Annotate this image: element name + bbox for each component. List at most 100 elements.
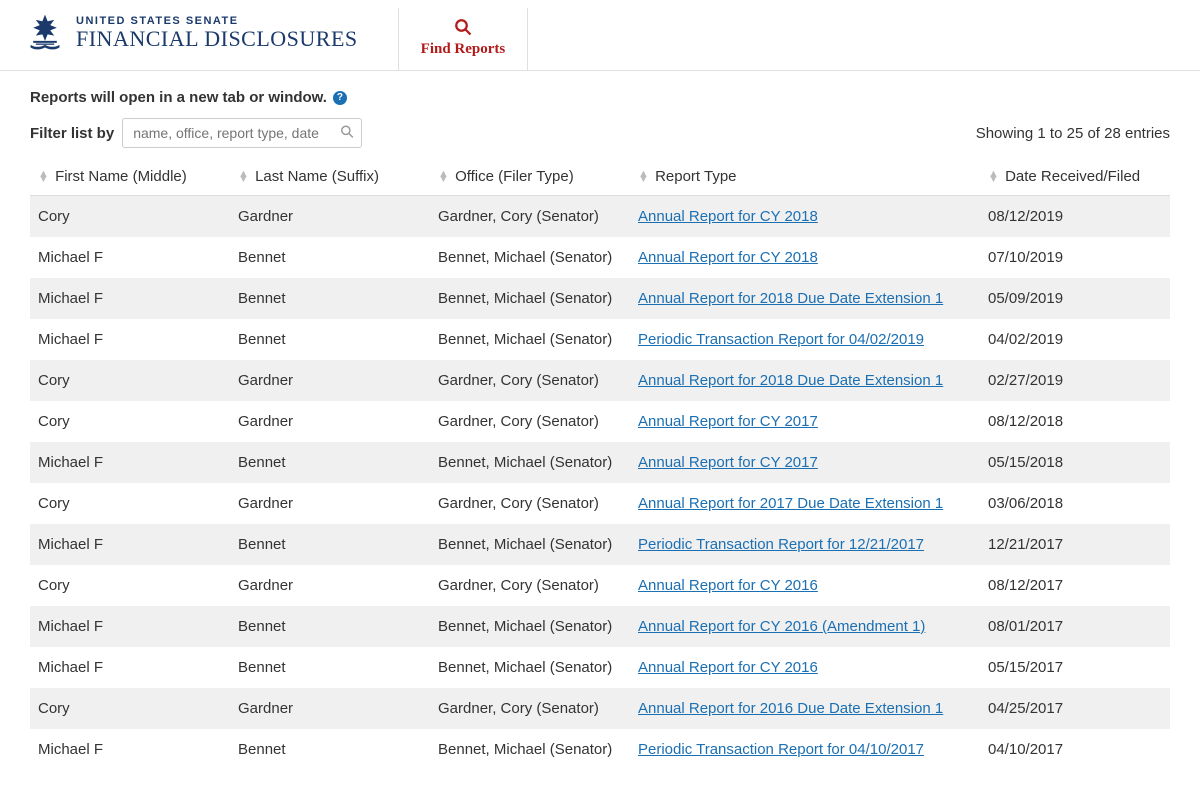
cell-report-type: Periodic Transaction Report for 12/21/20…	[630, 524, 980, 565]
cell-date: 12/21/2017	[980, 524, 1170, 565]
cell-date: 08/12/2018	[980, 401, 1170, 442]
cell-report-type: Periodic Transaction Report for 04/10/20…	[630, 729, 980, 770]
filter-input-wrap	[122, 118, 362, 148]
search-icon	[421, 18, 506, 39]
note-row: Reports will open in a new tab or window…	[30, 89, 1170, 106]
cell-first-name: Cory	[30, 401, 230, 442]
filter-group: Filter list by	[30, 118, 362, 148]
senate-seal-icon	[24, 12, 66, 54]
table-row: Michael FBennetBennet, Michael (Senator)…	[30, 319, 1170, 360]
cell-report-type: Annual Report for CY 2016	[630, 647, 980, 688]
report-link[interactable]: Annual Report for CY 2016	[638, 577, 818, 594]
cell-report-type: Annual Report for 2016 Due Date Extensio…	[630, 688, 980, 729]
col-office[interactable]: ▲▼ Office (Filer Type)	[430, 158, 630, 196]
report-link[interactable]: Annual Report for 2018 Due Date Extensio…	[638, 372, 943, 389]
brand-text: UNITED STATES SENATE FINANCIAL DISCLOSUR…	[76, 15, 358, 51]
cell-date: 04/02/2019	[980, 319, 1170, 360]
cell-first-name: Michael F	[30, 729, 230, 770]
search-icon	[340, 125, 354, 142]
table-row: CoryGardnerGardner, Cory (Senator)Annual…	[30, 688, 1170, 729]
filter-input[interactable]	[122, 118, 362, 148]
report-link[interactable]: Periodic Transaction Report for 04/02/20…	[638, 331, 924, 348]
sort-icon: ▲▼	[638, 172, 649, 183]
cell-date: 05/09/2019	[980, 278, 1170, 319]
table-row: CoryGardnerGardner, Cory (Senator)Annual…	[30, 565, 1170, 606]
cell-office: Gardner, Cory (Senator)	[430, 565, 630, 606]
cell-date: 07/10/2019	[980, 237, 1170, 278]
table-row: Michael FBennetBennet, Michael (Senator)…	[30, 647, 1170, 688]
cell-report-type: Annual Report for CY 2016	[630, 565, 980, 606]
cell-last-name: Bennet	[230, 606, 430, 647]
cell-report-type: Periodic Transaction Report for 04/02/20…	[630, 319, 980, 360]
report-link[interactable]: Annual Report for CY 2017	[638, 413, 818, 430]
col-label: Report Type	[655, 168, 736, 185]
cell-last-name: Bennet	[230, 647, 430, 688]
cell-first-name: Michael F	[30, 278, 230, 319]
cell-office: Bennet, Michael (Senator)	[430, 278, 630, 319]
cell-last-name: Bennet	[230, 729, 430, 770]
table-row: CoryGardnerGardner, Cory (Senator)Annual…	[30, 483, 1170, 524]
col-label: Office (Filer Type)	[455, 168, 574, 185]
site-header: UNITED STATES SENATE FINANCIAL DISCLOSUR…	[0, 0, 1200, 71]
cell-first-name: Michael F	[30, 524, 230, 565]
content: Reports will open in a new tab or window…	[0, 71, 1200, 788]
cell-last-name: Gardner	[230, 196, 430, 238]
col-label: Date Received/Filed	[1005, 168, 1140, 185]
table-row: Michael FBennetBennet, Michael (Senator)…	[30, 278, 1170, 319]
tab-find-reports[interactable]: Find Reports	[398, 8, 529, 70]
table-row: CoryGardnerGardner, Cory (Senator)Annual…	[30, 196, 1170, 238]
cell-last-name: Gardner	[230, 688, 430, 729]
cell-date: 05/15/2017	[980, 647, 1170, 688]
report-link[interactable]: Periodic Transaction Report for 12/21/20…	[638, 536, 924, 553]
report-link[interactable]: Periodic Transaction Report for 04/10/20…	[638, 741, 924, 758]
brand[interactable]: UNITED STATES SENATE FINANCIAL DISCLOSUR…	[24, 8, 358, 62]
cell-first-name: Cory	[30, 565, 230, 606]
sort-icon: ▲▼	[438, 172, 449, 183]
table-row: Michael FBennetBennet, Michael (Senator)…	[30, 237, 1170, 278]
cell-last-name: Bennet	[230, 524, 430, 565]
table-row: Michael FBennetBennet, Michael (Senator)…	[30, 524, 1170, 565]
cell-office: Gardner, Cory (Senator)	[430, 688, 630, 729]
cell-first-name: Michael F	[30, 442, 230, 483]
help-icon[interactable]: ?	[333, 91, 347, 105]
cell-office: Gardner, Cory (Senator)	[430, 483, 630, 524]
cell-last-name: Bennet	[230, 442, 430, 483]
note-text: Reports will open in a new tab or window…	[30, 89, 327, 106]
report-link[interactable]: Annual Report for CY 2018	[638, 249, 818, 266]
col-last-name[interactable]: ▲▼ Last Name (Suffix)	[230, 158, 430, 196]
sort-icon: ▲▼	[238, 172, 249, 183]
sort-icon: ▲▼	[988, 172, 999, 183]
report-link[interactable]: Annual Report for 2018 Due Date Extensio…	[638, 290, 943, 307]
cell-office: Gardner, Cory (Senator)	[430, 360, 630, 401]
col-report-type[interactable]: ▲▼ Report Type	[630, 158, 980, 196]
cell-report-type: Annual Report for CY 2018	[630, 237, 980, 278]
report-link[interactable]: Annual Report for CY 2016	[638, 659, 818, 676]
cell-office: Bennet, Michael (Senator)	[430, 606, 630, 647]
tab-label: Find Reports	[421, 41, 506, 58]
report-link[interactable]: Annual Report for CY 2018	[638, 208, 818, 225]
cell-last-name: Bennet	[230, 278, 430, 319]
cell-report-type: Annual Report for 2018 Due Date Extensio…	[630, 278, 980, 319]
cell-report-type: Annual Report for 2017 Due Date Extensio…	[630, 483, 980, 524]
entries-info: Showing 1 to 25 of 28 entries	[976, 125, 1170, 142]
cell-office: Bennet, Michael (Senator)	[430, 237, 630, 278]
table-row: CoryGardnerGardner, Cory (Senator)Annual…	[30, 401, 1170, 442]
cell-last-name: Gardner	[230, 483, 430, 524]
cell-date: 05/15/2018	[980, 442, 1170, 483]
col-label: First Name (Middle)	[55, 168, 187, 185]
col-date[interactable]: ▲▼ Date Received/Filed	[980, 158, 1170, 196]
report-link[interactable]: Annual Report for CY 2016 (Amendment 1)	[638, 618, 925, 635]
cell-date: 08/12/2019	[980, 196, 1170, 238]
filter-label: Filter list by	[30, 125, 114, 142]
cell-office: Gardner, Cory (Senator)	[430, 401, 630, 442]
report-link[interactable]: Annual Report for CY 2017	[638, 454, 818, 471]
cell-date: 02/27/2019	[980, 360, 1170, 401]
toolbar: Filter list by Showing 1 to 25 of 28 ent…	[30, 118, 1170, 148]
col-first-name[interactable]: ▲▼ First Name (Middle)	[30, 158, 230, 196]
table-row: Michael FBennetBennet, Michael (Senator)…	[30, 606, 1170, 647]
cell-report-type: Annual Report for CY 2017	[630, 442, 980, 483]
report-link[interactable]: Annual Report for 2017 Due Date Extensio…	[638, 495, 943, 512]
cell-office: Gardner, Cory (Senator)	[430, 196, 630, 238]
cell-first-name: Michael F	[30, 319, 230, 360]
report-link[interactable]: Annual Report for 2016 Due Date Extensio…	[638, 700, 943, 717]
